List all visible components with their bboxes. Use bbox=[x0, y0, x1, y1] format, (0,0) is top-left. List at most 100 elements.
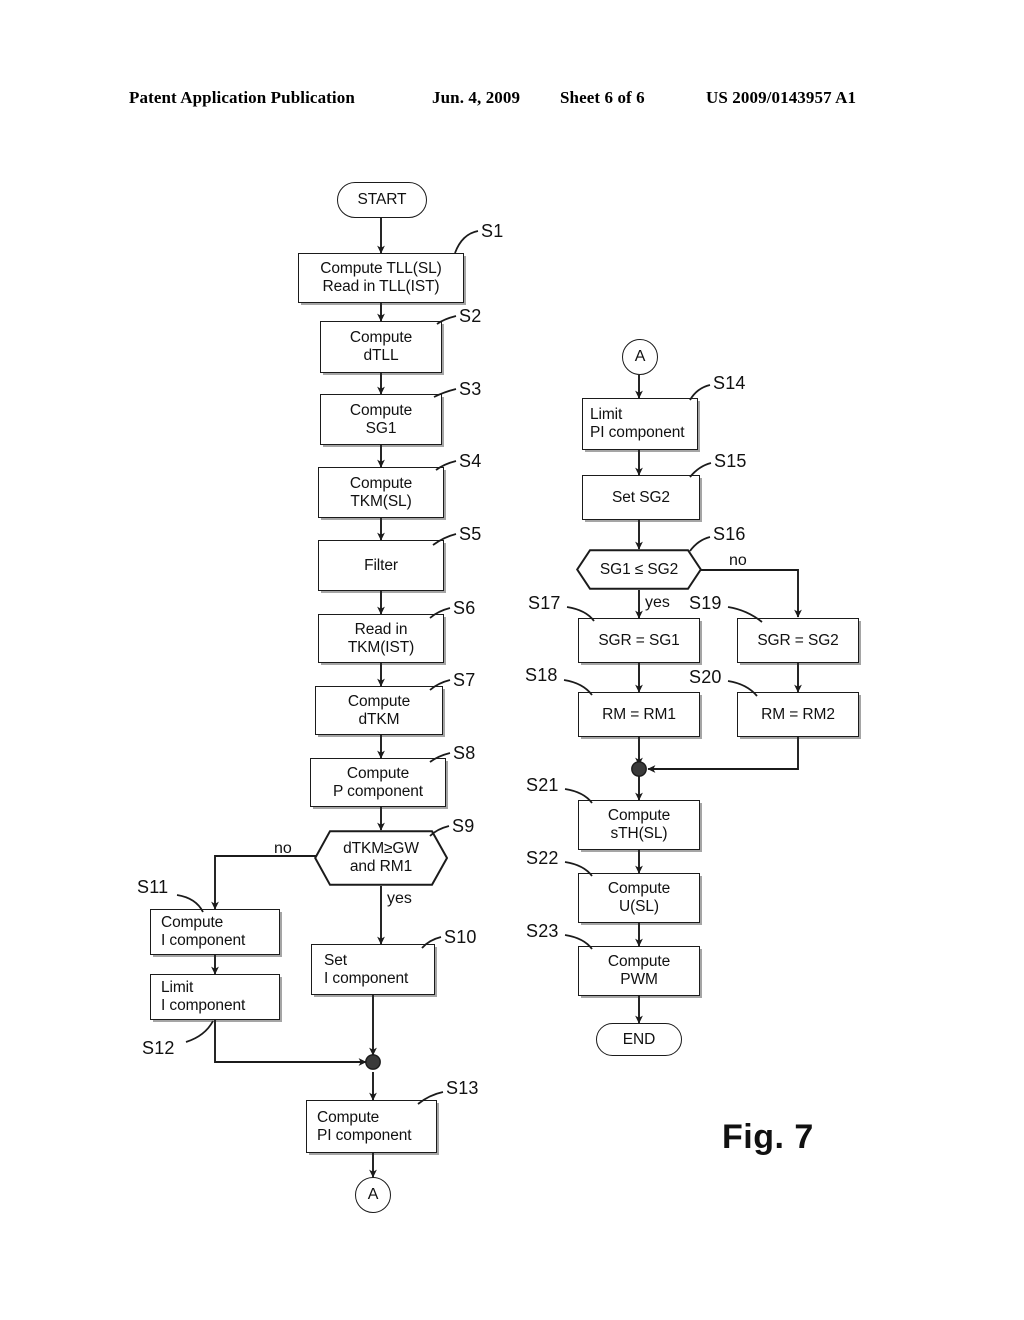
node-s22-line2: U(SL) bbox=[619, 898, 659, 915]
step-label-s5: S5 bbox=[459, 524, 482, 544]
step-label-s15: S15 bbox=[714, 451, 747, 471]
node-s7-line1: Compute bbox=[347, 692, 411, 710]
node-s10-line2: I component bbox=[324, 969, 409, 987]
connector-a-outgoing-label: A bbox=[367, 1185, 379, 1203]
branch-label-s16-no: no bbox=[729, 552, 747, 569]
node-s1-line2: Read in TLL(IST) bbox=[322, 278, 440, 295]
connector-a-incoming[interactable]: A bbox=[622, 339, 658, 375]
node-s23[interactable]: Compute PWM bbox=[578, 946, 700, 996]
node-s1[interactable]: Compute TLL(SL) Read in TLL(IST) bbox=[298, 253, 464, 303]
connector-a-outgoing[interactable]: A bbox=[355, 1177, 391, 1213]
step-label-s18: S18 bbox=[525, 665, 558, 685]
node-s8[interactable]: Compute P component bbox=[310, 758, 446, 807]
node-s17-line1: SGR = SG1 bbox=[598, 631, 680, 649]
step-label-s23: S23 bbox=[526, 921, 559, 941]
connector-a-incoming-label: A bbox=[634, 347, 646, 365]
node-s12[interactable]: Limit I component bbox=[150, 974, 280, 1020]
node-s12-line2: I component bbox=[161, 997, 246, 1014]
node-s9-line2: and RM1 bbox=[349, 858, 413, 875]
merge-junction-right bbox=[631, 761, 647, 777]
step-label-s22: S22 bbox=[526, 848, 559, 868]
node-s18[interactable]: RM = RM1 bbox=[578, 692, 700, 737]
node-s4-line2: TKM(SL) bbox=[350, 492, 412, 510]
step-label-s9: S9 bbox=[452, 816, 475, 836]
node-s19-line1: SGR = SG2 bbox=[757, 631, 839, 649]
node-end-label: END bbox=[622, 1030, 656, 1048]
node-s16-line1: SG1 ≤ SG2 bbox=[599, 560, 679, 578]
node-s5[interactable]: Filter bbox=[318, 540, 444, 591]
step-label-s7: S7 bbox=[453, 670, 476, 690]
node-start[interactable]: START bbox=[337, 182, 427, 218]
flowchart-connectors bbox=[211, 218, 802, 1178]
node-s7[interactable]: Compute dTKM bbox=[315, 686, 443, 735]
step-label-s2: S2 bbox=[459, 306, 482, 326]
step-label-s16: S16 bbox=[713, 524, 746, 544]
node-s5-line1: Filter bbox=[364, 556, 398, 574]
node-s2[interactable]: Compute dTLL bbox=[320, 321, 442, 373]
node-s21[interactable]: Compute sTH(SL) bbox=[578, 800, 700, 850]
step-label-s14: S14 bbox=[713, 373, 746, 393]
node-s14-line2: PI component bbox=[590, 424, 685, 441]
node-s2-line1: Compute bbox=[349, 329, 413, 347]
node-s19[interactable]: SGR = SG2 bbox=[737, 618, 859, 663]
node-s13-line2: PI component bbox=[317, 1126, 412, 1144]
step-label-s1: S1 bbox=[481, 221, 504, 241]
branch-label-s9-yes: yes bbox=[387, 890, 412, 907]
branch-label-s16-yes: yes bbox=[645, 594, 670, 611]
node-s20-line1: RM = RM2 bbox=[761, 705, 835, 723]
node-s6-line1: Read in bbox=[354, 620, 408, 638]
step-label-s12: S12 bbox=[142, 1038, 175, 1058]
node-s8-line1: Compute bbox=[346, 764, 410, 782]
node-s17[interactable]: SGR = SG1 bbox=[578, 618, 700, 663]
node-s9-line1: dTKM≥GW bbox=[343, 840, 419, 858]
node-s16[interactable]: SG1 ≤ SG2 bbox=[576, 549, 702, 590]
step-label-s19: S19 bbox=[689, 593, 722, 613]
node-s4[interactable]: Compute TKM(SL) bbox=[318, 467, 444, 518]
step-label-s20: S20 bbox=[689, 667, 722, 687]
node-s10-line1: Set bbox=[324, 951, 347, 969]
node-s21-line2: sTH(SL) bbox=[610, 825, 668, 842]
node-s16-text: SG1 ≤ SG2 bbox=[600, 561, 678, 579]
node-s15-line1: Set SG2 bbox=[612, 488, 670, 506]
node-s10[interactable]: Set I component bbox=[311, 944, 435, 995]
node-end[interactable]: END bbox=[596, 1023, 682, 1056]
merge-junction-left bbox=[365, 1054, 381, 1070]
node-s13[interactable]: Compute PI component bbox=[306, 1100, 437, 1153]
branch-label-s9-no: no bbox=[274, 840, 292, 857]
node-s3-line1: Compute bbox=[349, 401, 413, 419]
step-label-s10: S10 bbox=[444, 927, 477, 947]
node-s21-line1: Compute bbox=[607, 807, 671, 825]
node-start-label: START bbox=[357, 191, 407, 209]
step-leader-lines bbox=[176, 230, 763, 1105]
node-s14[interactable]: Limit PI component bbox=[582, 398, 698, 450]
node-s14-line1: Limit bbox=[590, 406, 623, 424]
flowchart-figure: START Compute TLL(SL) Read in TLL(IST) C… bbox=[0, 0, 1024, 1320]
node-s2-line2: dTLL bbox=[363, 347, 399, 364]
step-label-s17: S17 bbox=[528, 593, 561, 613]
node-s20[interactable]: RM = RM2 bbox=[737, 692, 859, 737]
node-s15[interactable]: Set SG2 bbox=[582, 475, 700, 520]
step-label-s3: S3 bbox=[459, 379, 482, 399]
node-s11[interactable]: Compute I component bbox=[150, 909, 280, 955]
node-s3[interactable]: Compute SG1 bbox=[320, 394, 442, 445]
node-s23-line2: PWM bbox=[620, 971, 658, 988]
node-s8-line2: P component bbox=[333, 782, 423, 800]
node-s23-line1: Compute bbox=[607, 953, 671, 971]
node-s9-text: dTKM≥GW and RM1 bbox=[343, 840, 419, 875]
node-s18-line1: RM = RM1 bbox=[602, 705, 676, 723]
node-s6-line2: TKM(IST) bbox=[347, 638, 415, 656]
node-s13-line1: Compute bbox=[317, 1108, 380, 1126]
node-s1-line1: Compute TLL(SL) bbox=[320, 260, 442, 278]
node-s6[interactable]: Read in TKM(IST) bbox=[318, 614, 444, 663]
node-s9[interactable]: dTKM≥GW and RM1 bbox=[314, 830, 448, 886]
node-s7-line2: dTKM bbox=[358, 710, 400, 728]
node-s22[interactable]: Compute U(SL) bbox=[578, 873, 700, 923]
node-s12-line1: Limit bbox=[161, 979, 194, 997]
node-s4-line1: Compute bbox=[349, 474, 413, 492]
node-s3-line2: SG1 bbox=[365, 419, 397, 437]
step-label-s13: S13 bbox=[446, 1078, 479, 1098]
step-label-s6: S6 bbox=[453, 598, 476, 618]
node-s22-line1: Compute bbox=[607, 880, 671, 898]
step-label-s21: S21 bbox=[526, 775, 559, 795]
step-label-s4: S4 bbox=[459, 451, 482, 471]
